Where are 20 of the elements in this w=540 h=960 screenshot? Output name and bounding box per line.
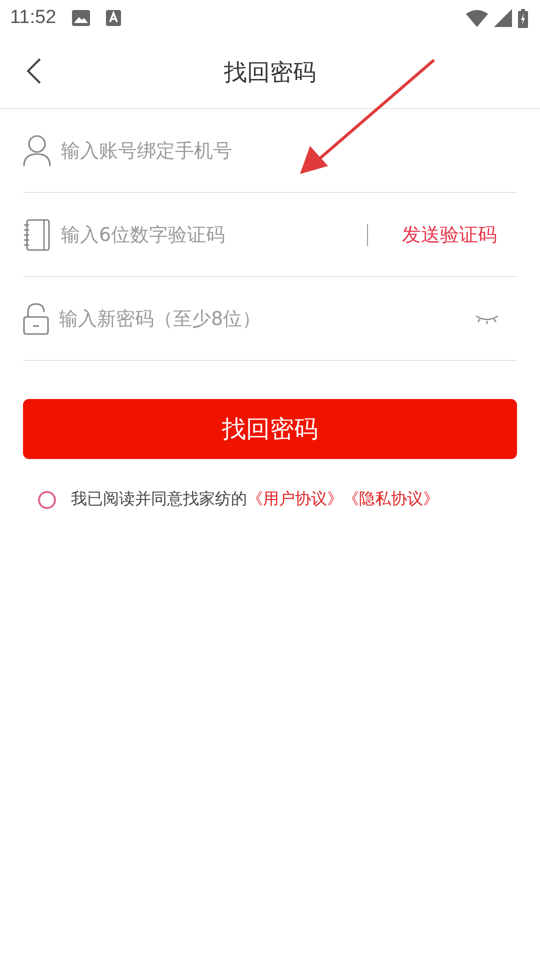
- person-icon: [23, 134, 51, 166]
- wifi-icon: [466, 10, 488, 26]
- agreement-link[interactable]: 《隐私协议》: [343, 489, 439, 510]
- send-code-link[interactable]: 发送验证码: [402, 222, 517, 248]
- battery-icon: [518, 8, 528, 28]
- image-icon: [72, 10, 90, 26]
- input-field[interactable]: 输入账号绑定手机号: [59, 138, 517, 162]
- input-field[interactable]: 输入新密码（至少8位）: [57, 306, 467, 330]
- text-icon: [106, 10, 122, 26]
- signal-icon: [494, 9, 512, 27]
- eye-toggle-button[interactable]: [475, 314, 499, 324]
- notebook-icon: [23, 218, 51, 250]
- submit-button[interactable]: 找回密码: [23, 399, 517, 459]
- agree-radio[interactable]: [38, 490, 56, 508]
- unlocked-padlock-icon: [23, 302, 49, 334]
- agreement-text: 我已阅读并同意找家纺的: [71, 489, 247, 510]
- page-title: 找回密码: [224, 58, 316, 88]
- status-time: 11:52: [10, 7, 56, 29]
- input-field[interactable]: 输入6位数字验证码: [59, 222, 359, 246]
- agreement-link[interactable]: 《用户协议》: [247, 489, 343, 510]
